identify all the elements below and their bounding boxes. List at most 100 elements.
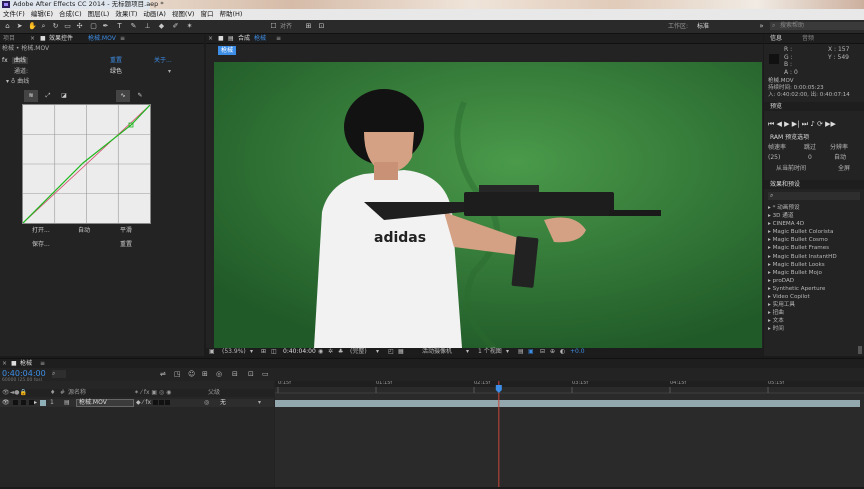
- effect-about-link[interactable]: 关于...: [154, 56, 172, 65]
- menu-effect[interactable]: 效果(T): [112, 9, 140, 20]
- pen-tool-icon[interactable]: ✒: [102, 23, 109, 30]
- chevron-down-icon[interactable]: ▾: [376, 348, 379, 356]
- next-frame-icon[interactable]: ▶|: [792, 120, 800, 128]
- brainstorm-icon[interactable]: ⊡: [248, 370, 254, 378]
- list-item[interactable]: ▸ Magic Bullet Colorista: [768, 228, 837, 236]
- transparency-grid-icon[interactable]: ▦: [398, 348, 404, 356]
- flowchart-icon[interactable]: ⊕: [550, 348, 555, 356]
- loop-icon[interactable]: ⟳: [817, 120, 823, 128]
- chevron-down-icon[interactable]: ▾: [250, 348, 253, 356]
- playhead-handle-icon[interactable]: [495, 385, 502, 393]
- rectangle-tool-icon[interactable]: ▢: [90, 23, 97, 30]
- brush-tool-icon[interactable]: ✎: [130, 23, 137, 30]
- previous-frame-icon[interactable]: ◀: [777, 120, 782, 128]
- camera-select[interactable]: 活动摄像机: [422, 348, 452, 356]
- list-item[interactable]: ▸ * 动画预设: [768, 204, 837, 212]
- chevron-down-icon[interactable]: ▾: [258, 399, 261, 407]
- menu-file[interactable]: 文件(F): [0, 9, 28, 20]
- list-item[interactable]: ▸ 文本: [768, 317, 837, 325]
- curves-save-button[interactable]: 保存...: [32, 241, 50, 249]
- mask-icon[interactable]: ◫: [271, 348, 277, 356]
- list-item[interactable]: ▸ CINEMA 4D: [768, 220, 837, 228]
- list-item[interactable]: ▸ Magic Bullet Cosmo: [768, 236, 837, 244]
- frame-blending-icon[interactable]: ⊞: [202, 370, 208, 378]
- workspace-menu-icon[interactable]: »: [758, 23, 765, 30]
- layer-name[interactable]: 枪械.MOV: [76, 399, 134, 407]
- scrollbar-thumb[interactable]: [858, 346, 862, 354]
- resolution-select[interactable]: 自动: [834, 154, 846, 162]
- close-icon[interactable]: ×: [208, 34, 213, 43]
- ram-preview-icon[interactable]: ▶▶: [825, 120, 836, 128]
- menu-layer[interactable]: 图层(L): [85, 9, 113, 20]
- always-preview-icon[interactable]: ▣: [209, 348, 215, 356]
- list-item[interactable]: ▸ Magic Bullet Looks: [768, 261, 837, 269]
- close-icon[interactable]: ×: [30, 34, 35, 43]
- puppet-pin-tool-icon[interactable]: ✶: [186, 23, 193, 30]
- hand-tool-icon[interactable]: ✋: [28, 23, 37, 30]
- fullscreen-checkbox[interactable]: 全屏: [838, 165, 850, 173]
- snap-option-icon[interactable]: ⊞: [305, 23, 312, 30]
- list-item[interactable]: ▸ Magic Bullet Mojo: [768, 269, 837, 277]
- menu-composition[interactable]: 合成(C): [56, 9, 85, 20]
- tab-audio[interactable]: 音频: [802, 34, 814, 43]
- exposure-value[interactable]: +0.0: [570, 348, 585, 356]
- timeline-timecode[interactable]: 0:40:04:00: [2, 369, 46, 378]
- list-item[interactable]: ▸ Magic Bullet Frames: [768, 244, 837, 252]
- shy-icon[interactable]: ☺: [188, 370, 195, 378]
- snap-checkbox-icon[interactable]: ☐: [270, 23, 277, 30]
- tab-effect-controls[interactable]: 效果控件: [49, 34, 73, 43]
- expand-triangle-icon[interactable]: ▸: [34, 399, 37, 407]
- menu-view[interactable]: 视图(V): [169, 9, 198, 20]
- solo-switch-icon[interactable]: [21, 399, 27, 407]
- curve-size-large-icon[interactable]: ◪: [58, 90, 70, 102]
- effect-name[interactable]: 曲线: [12, 57, 29, 64]
- home-icon[interactable]: ⌂: [4, 23, 11, 30]
- parent-header[interactable]: 父级: [208, 389, 220, 397]
- list-item[interactable]: ▸ Magic Bullet InstantHD: [768, 253, 837, 261]
- layer-bar-icon[interactable]: ▭: [262, 370, 269, 378]
- list-item[interactable]: ▸ proDAD: [768, 277, 837, 285]
- help-search-input[interactable]: ⌕ 搜索帮助: [770, 22, 864, 30]
- curves-auto-button[interactable]: 自动: [78, 227, 90, 235]
- workspace-select[interactable]: 标准: [697, 21, 709, 32]
- ram-preview-label[interactable]: RAM 预览选项: [770, 134, 809, 142]
- layer-switches-icon[interactable]: ◆ ⁄ fx: [136, 399, 171, 407]
- pan-behind-tool-icon[interactable]: ✣: [76, 23, 83, 30]
- list-item[interactable]: ▸ 实用工具: [768, 301, 837, 309]
- curves-reset-button[interactable]: 重置: [120, 241, 132, 249]
- list-item[interactable]: ▸ 扭曲: [768, 309, 837, 317]
- menu-edit[interactable]: 编辑(E): [28, 9, 56, 20]
- snapshot-icon[interactable]: ◉: [318, 348, 323, 356]
- effects-search-input[interactable]: ⌕: [768, 192, 860, 200]
- tab-project[interactable]: 项目: [3, 34, 15, 43]
- parent-select[interactable]: 无: [220, 399, 226, 407]
- fx-toggle-icon[interactable]: fx: [2, 56, 8, 65]
- effect-controls-lock-icon[interactable]: ■: [40, 34, 46, 43]
- text-tool-icon[interactable]: T: [116, 23, 123, 30]
- roi-icon[interactable]: ◰: [388, 348, 394, 356]
- audio-switch-icon[interactable]: [13, 399, 19, 407]
- menu-window[interactable]: 窗口: [197, 9, 216, 20]
- snap-edges-icon[interactable]: ⊡: [318, 23, 325, 30]
- timeline-lock-icon[interactable]: ■: [11, 359, 17, 368]
- tab-preview[interactable]: 预览: [770, 102, 782, 111]
- toggle-pixel-icon[interactable]: ▤: [518, 348, 524, 356]
- chevron-down-icon[interactable]: ▾: [506, 348, 509, 356]
- tab-timeline[interactable]: 枪械: [20, 359, 32, 368]
- video-frame[interactable]: adidas: [214, 62, 762, 348]
- viewer-lock-icon[interactable]: ■: [218, 34, 224, 43]
- tab-composition-name[interactable]: 枪械: [254, 34, 266, 43]
- label-color-icon[interactable]: [40, 400, 46, 406]
- channel-select[interactable]: 绿色: [110, 68, 122, 75]
- resolution-select[interactable]: (完整): [350, 348, 367, 356]
- table-row[interactable]: 👁 ▸ 1 ▤ 枪械.MOV ◆ ⁄ fx ◎ 无 ▾: [0, 399, 274, 407]
- roto-brush-tool-icon[interactable]: ✐: [172, 23, 179, 30]
- timeline-search-input[interactable]: ⌕: [52, 370, 66, 378]
- chevron-down-icon[interactable]: ▾: [466, 348, 469, 356]
- curve-mode-icon[interactable]: ≋: [24, 90, 38, 102]
- pencil-icon[interactable]: ✎: [134, 90, 146, 102]
- first-frame-icon[interactable]: ⏮: [768, 120, 774, 128]
- layer-duration-bar[interactable]: [275, 400, 860, 407]
- motion-blur-icon[interactable]: ◎: [216, 370, 222, 378]
- timeline-icon[interactable]: ⊟: [540, 348, 545, 356]
